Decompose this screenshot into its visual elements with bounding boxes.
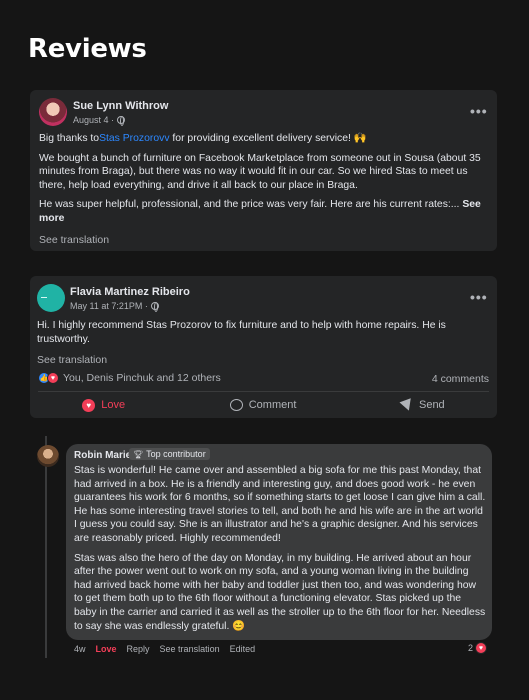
love-label: Love	[101, 399, 126, 411]
reaction-names: You, Denis Pinchuk and 12 others	[63, 372, 221, 384]
comment-body: Stas is wonderful! He came over and asse…	[74, 464, 486, 639]
reply-button[interactable]: Reply	[127, 644, 150, 654]
comment-footer: 4w Love Reply See translation Edited	[74, 644, 255, 654]
post-paragraph: We bought a bunch of furniture on Facebo…	[39, 152, 481, 191]
comments-count[interactable]: 4 comments	[432, 373, 489, 385]
more-options-icon[interactable]: •••	[470, 289, 488, 305]
comment-age[interactable]: 4w	[74, 644, 86, 654]
post-meta: May 11 at 7:21PM ·	[70, 301, 159, 312]
globe-icon	[150, 302, 159, 312]
send-icon	[399, 397, 415, 413]
more-options-icon[interactable]: •••	[470, 103, 488, 119]
see-translation-link[interactable]: See translation	[37, 354, 107, 366]
badge-label: Top contributor	[146, 449, 206, 459]
comment-thread: Robin Marie 🏆︎ Top contributor Stas is w…	[37, 436, 497, 658]
love-button[interactable]: ♥ Love	[82, 398, 126, 412]
mention-link[interactable]: Stas Prozorovv	[99, 133, 169, 144]
avatar[interactable]: ▬▬	[37, 284, 65, 312]
see-translation-link[interactable]: See translation	[39, 234, 109, 246]
post-meta: August 4 ·	[73, 115, 126, 126]
post-body: Big thanks toStas Prozorovv for providin…	[39, 132, 489, 232]
page-title: Reviews	[28, 34, 147, 64]
action-bar: ♥ Love Comment Send	[30, 396, 497, 414]
see-translation-link[interactable]: See translation	[160, 644, 220, 654]
author-name[interactable]: Flavia Martinez Ribeiro	[70, 286, 190, 298]
status-badge: 🏆︎ Top contributor	[129, 448, 210, 460]
comment-reaction-count[interactable]: 2 ♥	[468, 642, 487, 654]
divider	[38, 391, 489, 392]
comment-button[interactable]: Comment	[229, 399, 297, 411]
post-paragraph: He was super helpful, professional, and …	[39, 199, 460, 211]
comment-paragraph: Stas is wonderful! He came over and asse…	[74, 465, 486, 544]
send-label: Send	[418, 399, 445, 411]
top-contributor-badge-icon: 🏆︎	[133, 449, 144, 459]
post-date[interactable]: August 4 ·	[73, 115, 114, 125]
heart-icon: ♥	[82, 398, 96, 412]
send-button[interactable]: Send	[399, 397, 445, 413]
globe-icon	[117, 116, 126, 126]
comment-label: Comment	[248, 399, 297, 411]
review-card-1: Sue Lynn Withrow August 4 · ••• Big than…	[30, 90, 497, 251]
author-name[interactable]: Sue Lynn Withrow	[73, 100, 168, 112]
logo-icon: ▬▬	[41, 295, 47, 299]
avatar[interactable]	[39, 98, 67, 126]
heart-icon: ♥	[475, 642, 487, 654]
avatar[interactable]	[37, 445, 59, 467]
reaction-summary[interactable]: 👍 ♥ You, Denis Pinchuk and 12 others	[38, 372, 221, 384]
post-date[interactable]: May 11 at 7:21PM ·	[70, 301, 148, 311]
edited-label[interactable]: Edited	[230, 644, 256, 654]
comment-bubble: Robin Marie 🏆︎ Top contributor Stas is w…	[66, 444, 492, 640]
post-text: Hi. I highly recommend Stas Prozorov to …	[37, 320, 446, 345]
review-card-2: ▬▬ Flavia Martinez Ribeiro May 11 at 7:2…	[30, 276, 497, 418]
post-text: for providing excellent delivery service…	[169, 133, 367, 144]
reaction-count: 2	[467, 643, 473, 653]
heart-icon: ♥	[47, 372, 59, 384]
comment-love-button[interactable]: Love	[96, 644, 117, 654]
comment-icon	[229, 399, 243, 411]
comment-author[interactable]: Robin Marie	[74, 450, 131, 461]
comment-paragraph: Stas was also the hero of the day on Mon…	[74, 552, 486, 632]
post-text: Big thanks to	[39, 133, 100, 144]
